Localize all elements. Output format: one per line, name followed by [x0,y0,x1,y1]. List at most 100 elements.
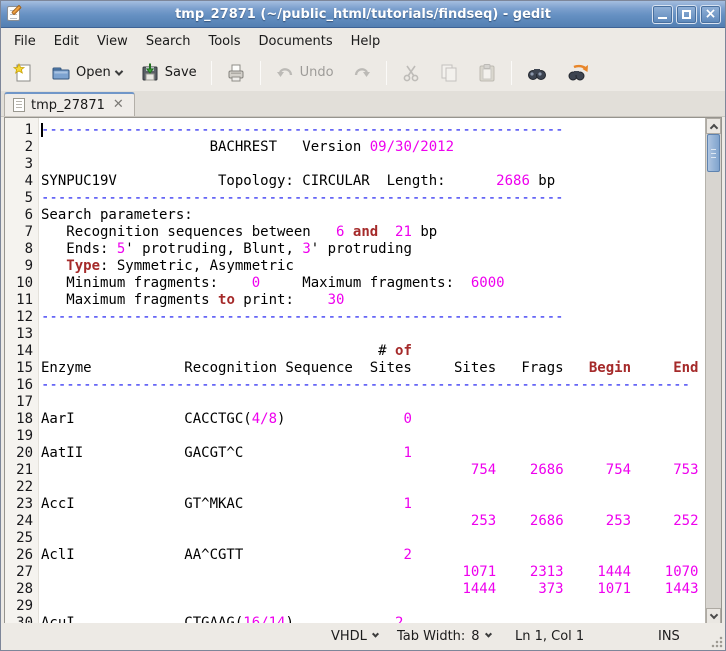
redo-button[interactable] [344,58,380,88]
save-button[interactable]: Save [132,58,205,88]
open-label: Open [76,65,111,80]
line-number: 26 [5,547,33,564]
code-line[interactable] [41,428,705,445]
code-line[interactable]: 754 2686 754 753 [41,462,705,479]
code-line[interactable] [41,479,705,496]
toolbar-separator [386,61,387,85]
document-icon [13,98,25,112]
undo-label: Undo [300,65,334,80]
line-number: 10 [5,275,33,292]
line-number: 13 [5,326,33,343]
line-number: 15 [5,360,33,377]
save-icon [140,63,160,83]
code-line[interactable]: ----------------------------------------… [41,377,705,394]
window-title: tmp_27871 (~/public_html/tutorials/finds… [1,7,725,22]
menu-item-file[interactable]: File [5,30,45,53]
tab-close-icon[interactable]: ✕ [111,99,126,111]
menu-item-documents[interactable]: Documents [250,30,342,53]
scrollbar-track[interactable] [706,134,721,608]
replace-button[interactable] [558,58,598,88]
open-folder-icon [51,63,71,83]
copy-button[interactable] [431,58,467,88]
code-line[interactable] [41,156,705,173]
code-line[interactable]: Ends: 5' protruding, Blunt, 3' protrudin… [41,241,705,258]
text-editor-area[interactable]: ----------------------------------------… [39,118,705,624]
toolbar-separator [260,61,261,85]
line-number: 28 [5,581,33,598]
line-number: 6 [5,207,33,224]
scroll-down-button[interactable] [706,608,721,624]
find-button[interactable] [518,58,556,88]
scrollbar-thumb[interactable] [707,134,720,172]
vertical-scrollbar[interactable] [705,118,721,624]
menu-item-help[interactable]: Help [342,30,390,53]
cut-button[interactable] [393,58,429,88]
language-selector[interactable]: VHDL [331,629,378,644]
menu-item-tools[interactable]: Tools [199,30,249,53]
code-line[interactable]: Search parameters: [41,207,705,224]
menu-item-edit[interactable]: Edit [45,30,88,53]
new-document-button[interactable] [5,58,41,88]
code-line[interactable]: 253 2686 253 252 [41,513,705,530]
minimize-button[interactable] [652,5,673,24]
code-line[interactable]: Enzyme Recognition Sequence Sites Sites … [41,360,705,377]
undo-button[interactable]: Undo [267,58,342,88]
code-line[interactable]: AclI AA^CGTT 2 [41,547,705,564]
line-number: 20 [5,445,33,462]
line-number-gutter: 1234567891011121314151617181920212223242… [5,118,39,624]
paste-button[interactable] [469,58,505,88]
cut-icon [401,63,421,83]
line-number: 23 [5,496,33,513]
print-button[interactable] [218,58,254,88]
line-number: 3 [5,156,33,173]
code-line[interactable]: SYNPUC19V Topology: CIRCULAR Length: 268… [41,173,705,190]
code-line[interactable] [41,530,705,547]
open-button[interactable]: Open [43,58,130,88]
save-label: Save [165,65,197,80]
resize-grip[interactable] [711,636,723,648]
code-line[interactable]: 1071 2313 1444 1070 [41,564,705,581]
statusbar: VHDL Tab Width: 8 Ln 1, Col 1 INS [1,623,725,650]
code-line[interactable]: ----------------------------------------… [41,309,705,326]
line-number: 7 [5,224,33,241]
code-line[interactable]: ----------------------------------------… [41,190,705,207]
code-line[interactable]: AatII GACGT^C 1 [41,445,705,462]
scroll-up-button[interactable] [706,118,721,134]
text-cursor [41,123,43,137]
code-line[interactable]: Type: Symmetric, Asymmetric [41,258,705,275]
line-number: 9 [5,258,33,275]
menu-item-search[interactable]: Search [137,30,200,53]
line-number: 25 [5,530,33,547]
code-line[interactable]: Minimum fragments: 0 Maximum fragments: … [41,275,705,292]
code-line[interactable] [41,394,705,411]
line-number: 16 [5,377,33,394]
line-number: 29 [5,598,33,615]
line-number: 18 [5,411,33,428]
tab-width-label: Tab Width: [397,629,465,644]
code-line[interactable]: Recognition sequences between 6 and 21 b… [41,224,705,241]
menu-item-view[interactable]: View [88,30,137,53]
code-line[interactable]: AccI GT^MKAC 1 [41,496,705,513]
code-line[interactable]: # of [41,343,705,360]
line-number: 4 [5,173,33,190]
line-number: 22 [5,479,33,496]
code-line[interactable]: Maximum fragments to print: 30 [41,292,705,309]
code-line[interactable] [41,598,705,615]
print-icon [226,63,246,83]
tab-width-selector[interactable]: Tab Width: 8 [397,629,491,644]
replace-icon [566,63,590,83]
close-button[interactable]: × [700,5,721,24]
language-label: VHDL [331,629,367,644]
maximize-button[interactable] [676,5,697,24]
line-number: 27 [5,564,33,581]
gedit-window: tmp_27871 (~/public_html/tutorials/finds… [0,0,726,651]
code-line[interactable] [41,326,705,343]
code-line[interactable]: BACHREST Version 09/30/2012 [41,139,705,156]
tab-width-value: 8 [471,629,479,644]
line-number: 5 [5,190,33,207]
code-line[interactable]: AarI CACCTGC(4/8) 0 [41,411,705,428]
code-line[interactable]: 1444 373 1071 1443 [41,581,705,598]
tab-tmp-27871[interactable]: tmp_27871 ✕ [4,92,135,116]
code-line[interactable]: ----------------------------------------… [41,122,705,139]
line-number: 8 [5,241,33,258]
